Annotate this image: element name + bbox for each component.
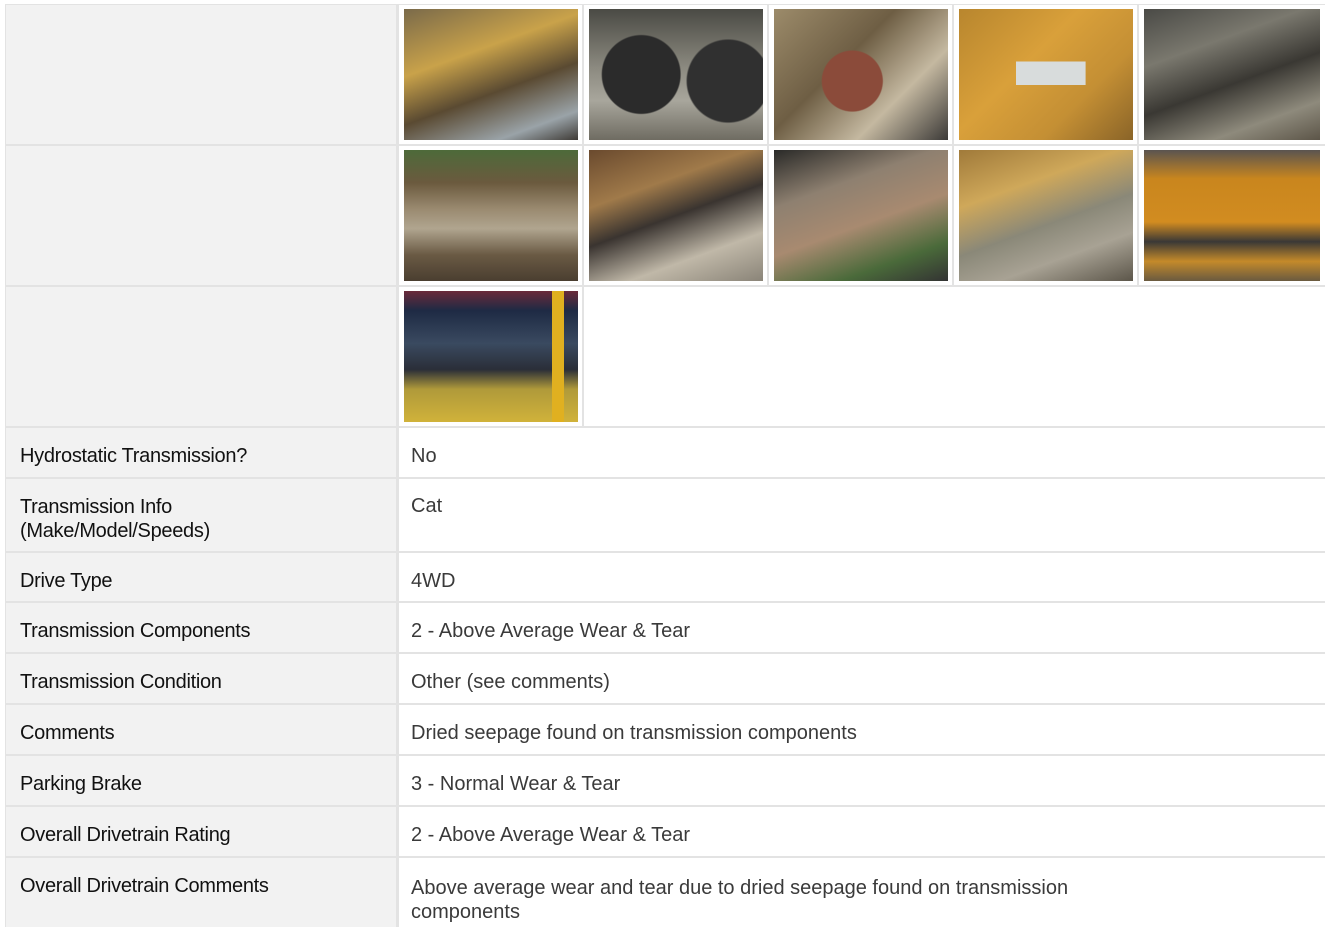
photo-gallery — [399, 287, 1325, 426]
field-row: Transmission Info (Make/Model/Speeds) Cat — [5, 479, 1325, 553]
field-value: Other (see comments) — [411, 671, 610, 693]
photo-row-1 — [5, 4, 1325, 146]
field-label: Transmission Condition — [5, 654, 399, 703]
field-row: Drive Type 4WD — [5, 553, 1325, 603]
drivetrain-photo-9[interactable] — [959, 150, 1133, 281]
drivetrain-photo-11[interactable] — [404, 291, 578, 422]
field-label: Drive Type — [5, 553, 399, 601]
photo-row-2 — [5, 146, 1325, 287]
photo-thumbnail[interactable] — [954, 146, 1139, 285]
drivetrain-photo-2[interactable] — [589, 9, 763, 140]
field-row: Comments Dried seepage found on transmis… — [5, 705, 1325, 756]
photo-row-3 — [5, 287, 1325, 428]
drivetrain-photo-7[interactable] — [589, 150, 763, 281]
field-value: 4WD — [411, 570, 456, 592]
photo-thumbnail[interactable] — [399, 5, 584, 144]
field-label: Overall Drivetrain Rating — [5, 807, 399, 856]
field-row: Parking Brake 3 - Normal Wear & Tear — [5, 756, 1325, 807]
drivetrain-photo-3[interactable] — [774, 9, 948, 140]
field-value: 3 - Normal Wear & Tear — [411, 773, 621, 795]
field-value: Above average wear and tear due to dried… — [411, 877, 1069, 923]
field-value: No — [411, 445, 437, 467]
field-row: Hydrostatic Transmission? No — [5, 428, 1325, 479]
photo-row-label — [5, 287, 399, 426]
photo-thumbnail[interactable] — [399, 146, 584, 285]
field-label: Overall Drivetrain Comments — [5, 858, 399, 927]
field-label: Hydrostatic Transmission? — [5, 428, 399, 477]
field-value: Dried seepage found on transmission comp… — [411, 722, 857, 744]
drivetrain-photo-10[interactable] — [1144, 150, 1320, 281]
photo-thumbnail[interactable] — [1139, 5, 1324, 144]
field-label: Comments — [5, 705, 399, 754]
photo-thumbnail[interactable] — [584, 5, 769, 144]
photo-thumbnail[interactable] — [584, 146, 769, 285]
field-row: Overall Drivetrain Rating 2 - Above Aver… — [5, 807, 1325, 858]
photo-thumbnail[interactable] — [399, 287, 584, 426]
photo-row-label — [5, 146, 399, 285]
inspection-table: Hydrostatic Transmission? No Transmissio… — [5, 4, 1325, 927]
photo-thumbnail[interactable] — [769, 5, 954, 144]
photo-gallery — [399, 5, 1325, 144]
field-label: Transmission Info (Make/Model/Speeds) — [5, 479, 399, 551]
field-value: Cat — [411, 495, 443, 517]
photo-gallery — [399, 146, 1325, 285]
drivetrain-photo-8[interactable] — [774, 150, 948, 281]
photo-thumbnail[interactable] — [954, 5, 1139, 144]
field-value: 2 - Above Average Wear & Tear — [411, 620, 691, 642]
field-label: Transmission Components — [5, 603, 399, 652]
field-row: Overall Drivetrain Comments Above averag… — [5, 858, 1325, 927]
field-label: Parking Brake — [5, 756, 399, 805]
field-row: Transmission Components 2 - Above Averag… — [5, 603, 1325, 654]
drivetrain-photo-4[interactable] — [959, 9, 1133, 140]
drivetrain-photo-6[interactable] — [404, 150, 578, 281]
field-value: 2 - Above Average Wear & Tear — [411, 824, 691, 846]
photo-thumbnail[interactable] — [769, 146, 954, 285]
field-row: Transmission Condition Other (see commen… — [5, 654, 1325, 705]
drivetrain-photo-1[interactable] — [404, 9, 578, 140]
photo-thumbnail[interactable] — [1139, 146, 1324, 285]
photo-row-label — [5, 5, 399, 144]
drivetrain-photo-5[interactable] — [1144, 9, 1320, 140]
